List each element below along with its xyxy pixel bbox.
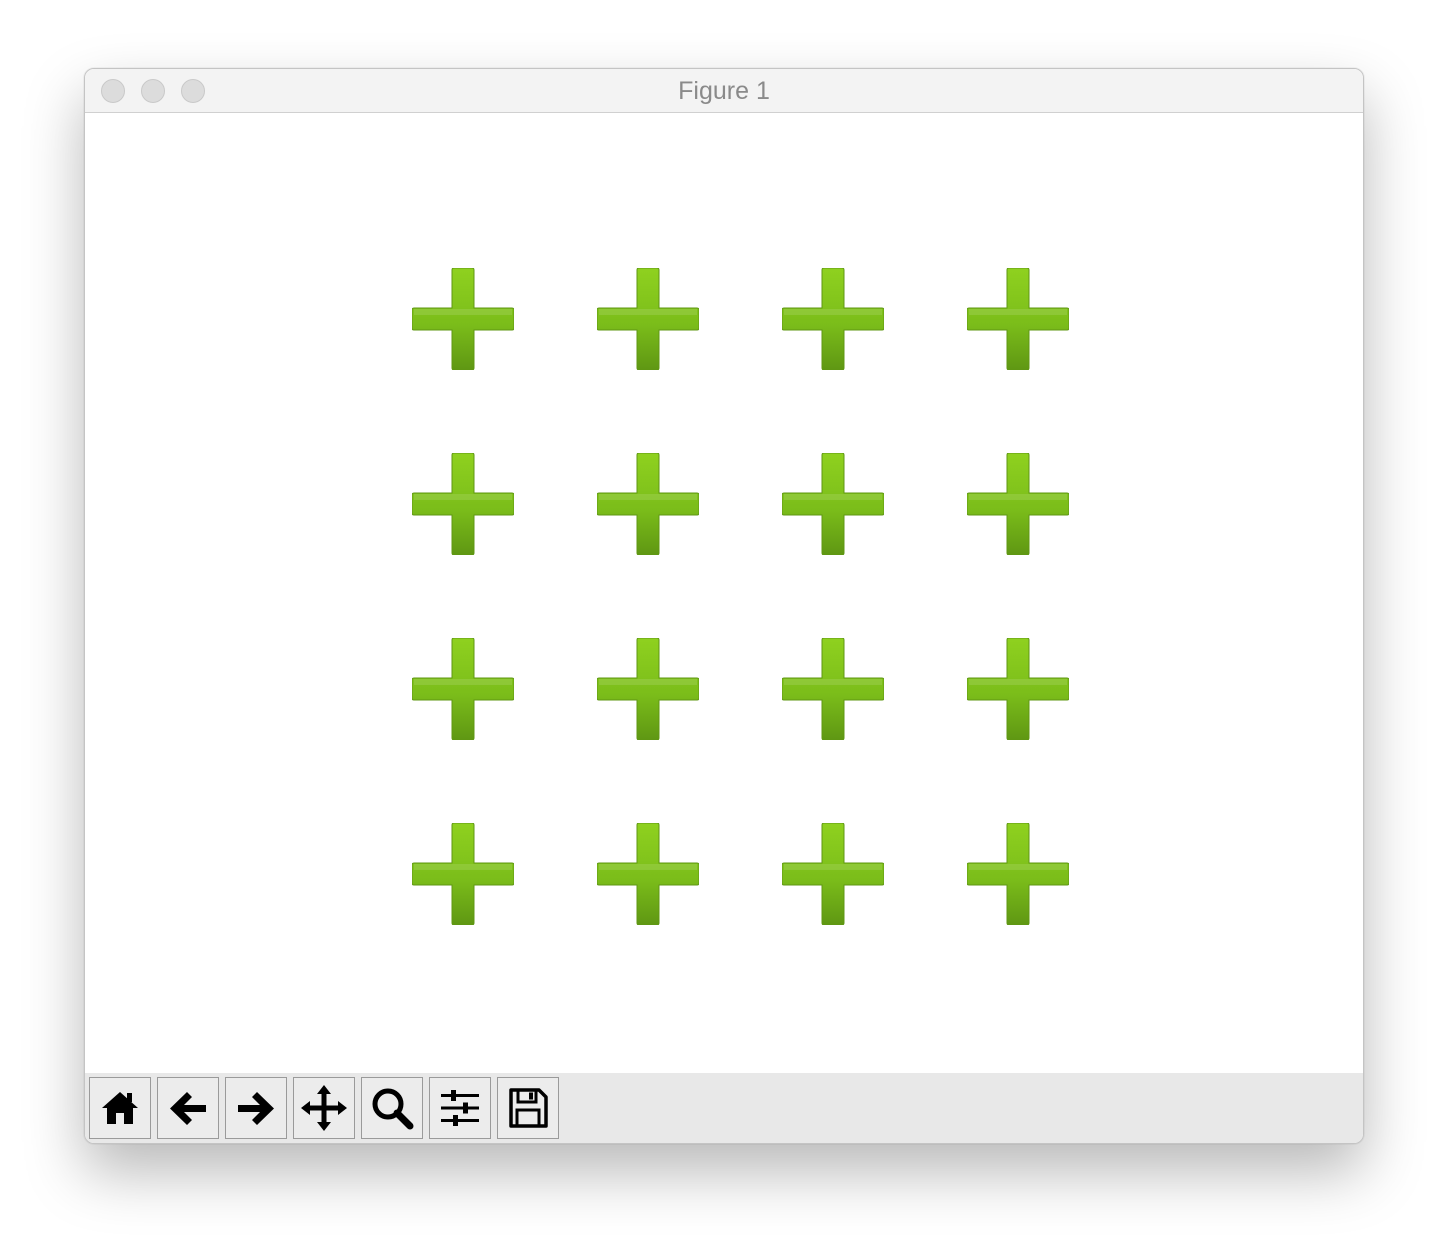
search-icon bbox=[372, 1088, 414, 1130]
title-bar[interactable]: Figure 1 bbox=[85, 69, 1363, 113]
forward-button[interactable] bbox=[225, 1077, 287, 1139]
save-button[interactable] bbox=[497, 1077, 559, 1139]
plus-marker-16 bbox=[966, 822, 1070, 926]
plus-marker-11 bbox=[781, 637, 885, 741]
floppy-disk-icon bbox=[509, 1088, 548, 1128]
plus-marker-5 bbox=[411, 452, 515, 556]
configure-subplots-button[interactable] bbox=[429, 1077, 491, 1139]
figure-window: Figure 1 bbox=[84, 68, 1364, 1144]
sliders-icon bbox=[441, 1090, 479, 1126]
plus-marker-8 bbox=[966, 452, 1070, 556]
plus-marker-12 bbox=[966, 637, 1070, 741]
move-icon bbox=[301, 1085, 347, 1131]
plus-marker-7 bbox=[781, 452, 885, 556]
plus-marker-13 bbox=[411, 822, 515, 926]
plus-marker-1 bbox=[411, 267, 515, 371]
pan-button[interactable] bbox=[293, 1077, 355, 1139]
plus-marker-15 bbox=[781, 822, 885, 926]
window-title: Figure 1 bbox=[678, 77, 770, 105]
plus-marker-3 bbox=[781, 267, 885, 371]
plus-marker-2 bbox=[596, 267, 700, 371]
figure-canvas[interactable] bbox=[85, 113, 1363, 1073]
navigation-toolbar bbox=[85, 1073, 1363, 1143]
plus-marker-9 bbox=[411, 637, 515, 741]
arrow-right-icon bbox=[238, 1092, 274, 1125]
home-icon bbox=[102, 1092, 138, 1124]
plus-marker-14 bbox=[596, 822, 700, 926]
back-button[interactable] bbox=[157, 1077, 219, 1139]
plus-marker-10 bbox=[596, 637, 700, 741]
arrow-left-icon bbox=[170, 1092, 206, 1125]
zoom-button[interactable] bbox=[361, 1077, 423, 1139]
plus-marker-6 bbox=[596, 452, 700, 556]
home-button[interactable] bbox=[89, 1077, 151, 1139]
plus-marker-4 bbox=[966, 267, 1070, 371]
